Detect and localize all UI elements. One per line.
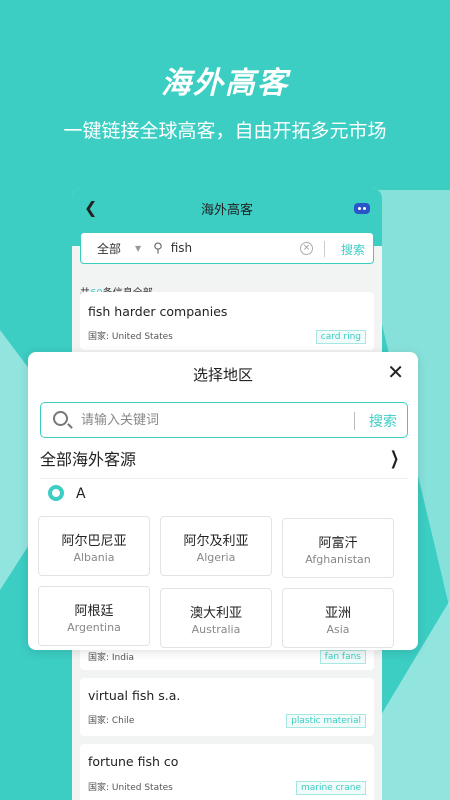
app-header: ❮ 海外高客: [72, 188, 382, 228]
letter-heading: A: [76, 486, 86, 502]
chevron-right-icon[interactable]: ❯: [390, 448, 399, 469]
list-item[interactable]: fortune fish co 国家: United States marine…: [80, 744, 374, 800]
caret-down-icon[interactable]: ▼: [135, 244, 141, 253]
country-name-cn: 澳大利亚: [189, 606, 242, 621]
list-item[interactable]: virtual fish s.a. 国家: Chile plastic mate…: [80, 678, 374, 736]
country-option[interactable]: 阿根廷 Argentina: [38, 586, 150, 646]
hero-subtitle: 一键链接全球高客，自由开拓多元市场: [63, 120, 387, 142]
item-country: 国家: United States: [88, 783, 173, 793]
country-name-en: Algeria: [196, 551, 236, 564]
country-option[interactable]: 澳大利亚 Australia: [160, 588, 272, 648]
item-title: virtual fish s.a.: [88, 688, 181, 703]
all-sources-item[interactable]: 全部海外客源: [40, 446, 136, 470]
country-option[interactable]: 亚洲 Asia: [282, 588, 394, 648]
search-type-select[interactable]: 全部: [97, 240, 121, 257]
country-name-en: Australia: [191, 623, 241, 636]
country-name-en: Asia: [326, 623, 350, 636]
list-item[interactable]: fish harder companies 国家: United States …: [80, 292, 374, 350]
item-tag: card ring: [315, 330, 366, 344]
country-name-en: Argentina: [67, 621, 121, 634]
item-country: 国家: Chile: [88, 716, 135, 726]
divider: [40, 478, 408, 479]
divider: [354, 412, 355, 430]
search-input[interactable]: fish: [171, 241, 192, 255]
region-dialog: 选择地区 ✕ 搜索 全部海外客源 ❯ A 阿尔巴尼亚 Albania 阿尔及利亚…: [28, 352, 418, 650]
country-option[interactable]: 阿尔及利亚 Algeria: [160, 516, 272, 576]
region-search-input[interactable]: [81, 409, 341, 431]
item-title: fortune fish co: [88, 754, 179, 769]
item-country: 国家: United States: [88, 332, 173, 342]
country-name-cn: 阿尔及利亚: [183, 534, 249, 549]
country-name-en: Albania: [73, 551, 115, 564]
item-tag: plastic material: [286, 714, 366, 728]
country-option[interactable]: 阿富汗 Afghanistan: [282, 518, 394, 578]
search-button[interactable]: 搜索: [341, 241, 365, 258]
hero-title: 海外高客: [161, 66, 289, 101]
country-name-cn: 阿根廷: [74, 604, 114, 619]
close-icon[interactable]: ✕: [387, 362, 404, 382]
search-icon: [53, 411, 68, 426]
country-name-en: Afghanistan: [305, 553, 371, 566]
item-title: fish harder companies: [88, 304, 228, 319]
item-tag: fan fans: [319, 650, 366, 664]
country-name-cn: 亚洲: [324, 606, 351, 621]
search-icon: ⚲: [153, 240, 163, 256]
robot-icon[interactable]: [354, 203, 370, 214]
dialog-title: 选择地区: [192, 366, 253, 384]
region-search-button[interactable]: 搜索: [369, 411, 397, 431]
item-tag: marine crane: [296, 781, 366, 795]
country-name-cn: 阿尔巴尼亚: [61, 534, 127, 549]
item-country: 国家: India: [88, 653, 134, 663]
country-name-cn: 阿富汗: [318, 536, 358, 551]
clear-icon[interactable]: ×: [300, 242, 313, 255]
country-option[interactable]: 阿尔巴尼亚 Albania: [38, 516, 150, 576]
search-band: 全部 ▼ ⚲ fish × 搜索: [72, 228, 382, 264]
divider: [324, 241, 325, 257]
region-search-bar: 搜索: [40, 402, 408, 438]
letter-radio-icon: [48, 485, 64, 501]
app-header-title: 海外高客: [200, 202, 253, 218]
chevron-left-icon[interactable]: ❮: [84, 198, 97, 217]
search-bar: 全部 ▼ ⚲ fish × 搜索: [80, 232, 374, 264]
